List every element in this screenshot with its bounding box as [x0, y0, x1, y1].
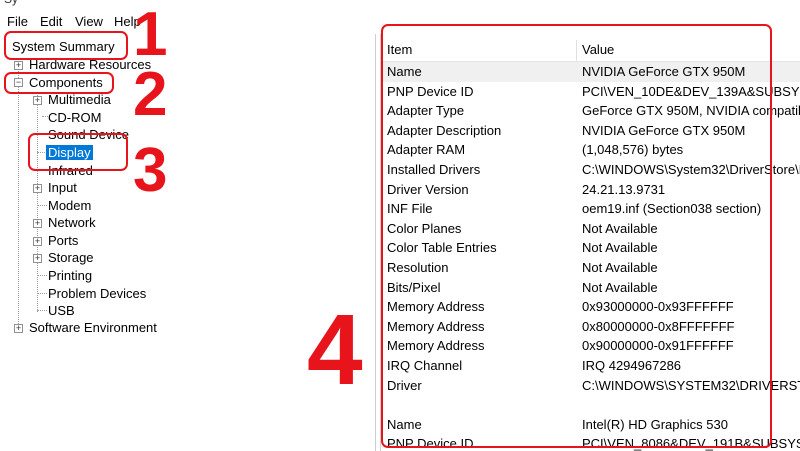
tree-item-storage[interactable]: Storage	[46, 249, 96, 266]
tree-item-label: Ports	[48, 233, 79, 248]
tree-item-printing[interactable]: Printing	[46, 267, 94, 284]
tree-item-problem-devices[interactable]: Problem Devices	[46, 285, 148, 302]
tree-item-cd-rom[interactable]: CD-ROM	[46, 109, 103, 126]
tree-item-label: CD-ROM	[48, 110, 102, 125]
annotation-number-3: 3	[133, 136, 168, 205]
tree-item-label: Modem	[48, 198, 92, 213]
annotation-number-4: 4	[307, 294, 363, 406]
tree-item-input[interactable]: Input	[46, 179, 79, 196]
annotation-box-3	[28, 133, 128, 171]
tree-item-software-environment[interactable]: Software Environment	[27, 319, 159, 336]
tree-item-label: Printing	[48, 268, 93, 283]
menu-view[interactable]: View	[75, 14, 103, 29]
expand-plus-icon[interactable]: +	[14, 61, 23, 70]
tree-connector	[37, 92, 38, 312]
tree-item-label: Problem Devices	[48, 286, 147, 301]
expand-plus-icon[interactable]: +	[33, 184, 42, 193]
tree-item-label: USB	[48, 303, 75, 318]
expand-plus-icon[interactable]: +	[33, 237, 42, 246]
menu-file[interactable]: File	[7, 14, 28, 29]
tree-connector	[18, 58, 19, 330]
tree-item-usb[interactable]: USB	[46, 302, 77, 319]
expand-plus-icon[interactable]: +	[14, 324, 23, 333]
tree-item-network[interactable]: Network	[46, 214, 98, 231]
tree-item-label: Storage	[48, 250, 94, 265]
annotation-box-2	[4, 72, 114, 94]
tree-item-label: Network	[48, 215, 96, 230]
annotation-box-1	[4, 31, 128, 60]
tree-item-label: Multimedia	[48, 92, 111, 107]
window-title: Sy	[4, 0, 18, 6]
annotation-number-2: 2	[133, 60, 168, 129]
tree-item-modem[interactable]: Modem	[46, 197, 93, 214]
expand-plus-icon[interactable]: +	[33, 96, 42, 105]
expand-plus-icon[interactable]: +	[33, 219, 42, 228]
annotation-number-1: 1	[133, 0, 168, 69]
annotation-box-4	[381, 24, 772, 448]
tree-item-label: Software Environment	[29, 320, 157, 335]
tree-item-label: Input	[48, 180, 77, 195]
expand-plus-icon[interactable]: +	[33, 254, 42, 263]
tree-item-ports[interactable]: Ports	[46, 232, 80, 249]
menu-edit[interactable]: Edit	[40, 14, 62, 29]
